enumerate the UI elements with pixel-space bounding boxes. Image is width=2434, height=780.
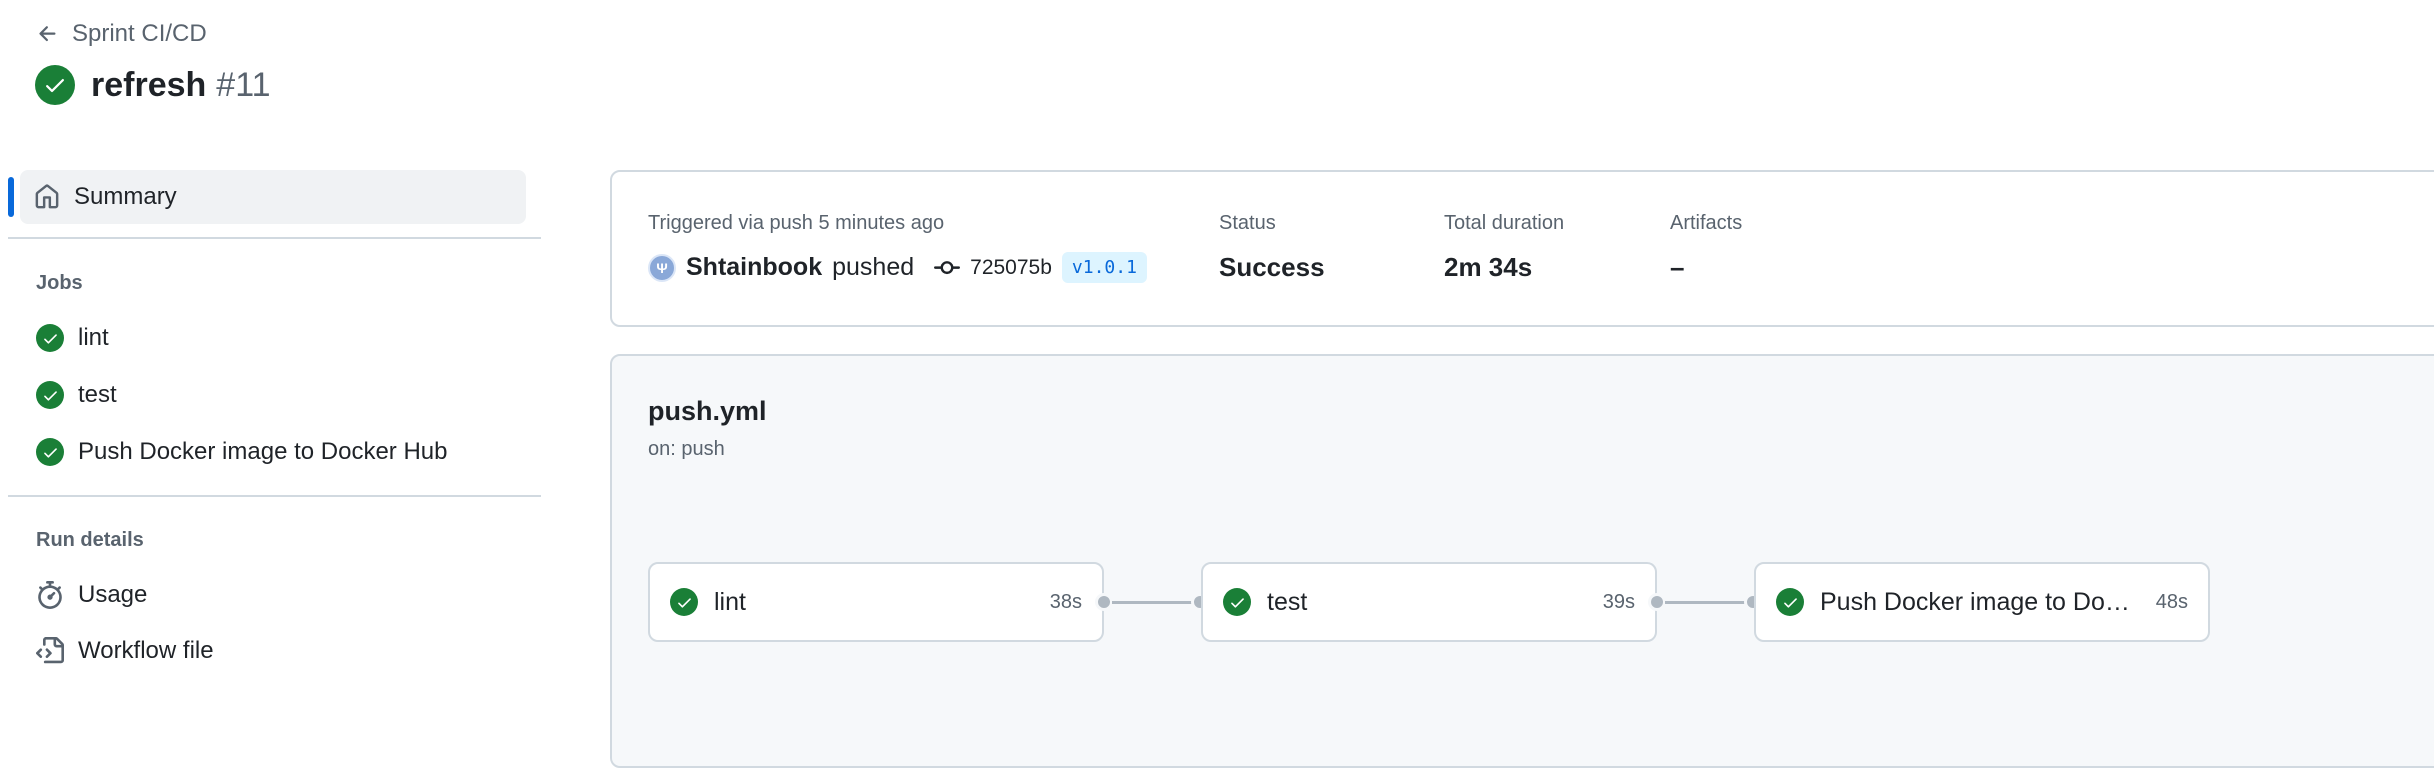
- sidebar-job-lint[interactable]: lint: [36, 324, 109, 352]
- sidebar-item-label: Workflow file: [78, 637, 214, 664]
- run-number: #11: [216, 65, 271, 104]
- duration-label: Total duration: [1444, 212, 1565, 234]
- success-check-icon: [36, 324, 64, 352]
- run-details-heading: Run details: [36, 529, 144, 551]
- job-node-duration: 48s: [2155, 590, 2188, 613]
- sidebar-divider: [8, 495, 541, 497]
- workflow-file-name: push.yml: [648, 396, 767, 426]
- home-icon: [35, 184, 59, 209]
- artifacts-value: –: [1670, 252, 1685, 282]
- sidebar-job-test[interactable]: test: [36, 381, 117, 409]
- sidebar-job-push-docker[interactable]: Push Docker image to Docker Hub: [36, 438, 448, 466]
- page-title: refresh #11: [35, 65, 271, 105]
- jobs-heading: Jobs: [36, 272, 83, 294]
- success-check-icon: [35, 65, 75, 105]
- stopwatch-icon: [38, 581, 62, 609]
- sidebar-item-label: Usage: [78, 581, 148, 608]
- success-check-icon: [36, 381, 64, 409]
- job-connector: [1665, 601, 1745, 604]
- status-label: Status: [1219, 212, 1276, 234]
- connector-dot: [1095, 593, 1113, 611]
- job-connector: [1112, 601, 1192, 604]
- run-summary-card: Triggered via push 5 minutes ago Ψ Shtai…: [610, 170, 2434, 327]
- job-node-duration: 38s: [1049, 590, 1082, 613]
- success-check-icon: [1223, 588, 1251, 616]
- job-node-test[interactable]: test 39s: [1201, 562, 1657, 642]
- sidebar-job-label: Push Docker image to Docker Hub: [78, 438, 448, 465]
- sidebar-item-usage[interactable]: Usage: [36, 581, 147, 609]
- sidebar-item-label: Summary: [74, 183, 177, 210]
- sidebar-item-workflow-file[interactable]: Workflow file: [36, 637, 214, 665]
- success-check-icon: [1776, 588, 1804, 616]
- back-link-label: Sprint CI/CD: [72, 20, 207, 47]
- sidebar-divider: [8, 237, 541, 239]
- workflow-trigger: on: push: [648, 438, 725, 460]
- success-check-icon: [670, 588, 698, 616]
- job-node-name: lint: [714, 587, 746, 616]
- job-node-push-docker[interactable]: Push Docker image to Dock... 48s: [1754, 562, 2210, 642]
- job-node-duration: 39s: [1602, 590, 1635, 613]
- sidebar-job-label: test: [78, 381, 117, 408]
- artifacts-label: Artifacts: [1670, 212, 1743, 234]
- actor-link[interactable]: Shtainbook: [686, 253, 822, 282]
- commit-hash-link[interactable]: 725075b: [970, 256, 1052, 280]
- job-node-name: Push Docker image to Dock...: [1820, 587, 2140, 616]
- git-commit-icon: [934, 255, 961, 281]
- avatar[interactable]: Ψ: [648, 253, 676, 282]
- workflow-graph: push.yml on: push lint 38s test 39s Push…: [610, 354, 2434, 768]
- sidebar-job-label: lint: [78, 324, 109, 351]
- file-code-icon: [36, 637, 64, 664]
- sidebar: Summary Jobs lint test Push Docker image…: [8, 170, 541, 664]
- branch-tag-badge[interactable]: v1.0.1: [1061, 252, 1147, 283]
- duration-value: 2m 34s: [1444, 252, 1533, 282]
- back-link[interactable]: Sprint CI/CD: [36, 20, 207, 48]
- sidebar-item-summary[interactable]: Summary: [8, 170, 526, 224]
- connector-dot: [1648, 593, 1666, 611]
- status-value: Success: [1219, 252, 1325, 282]
- success-check-icon: [36, 438, 64, 466]
- trigger-text: Triggered via push 5 minutes ago: [648, 212, 945, 234]
- run-title: refresh: [91, 65, 207, 104]
- job-node-lint[interactable]: lint 38s: [648, 562, 1104, 642]
- trigger-details: Ψ Shtainbook pushed 725075b v1.0.1: [648, 252, 1147, 283]
- job-node-name: test: [1267, 587, 1308, 616]
- arrow-left-icon: [39, 26, 56, 42]
- action-text: pushed: [832, 253, 915, 281]
